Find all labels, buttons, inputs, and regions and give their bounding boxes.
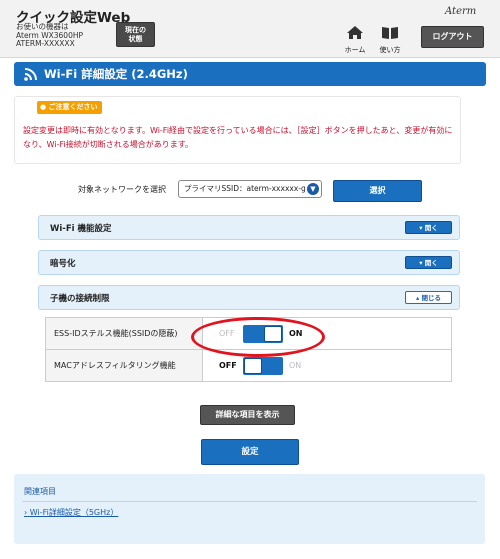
- table-row: MACアドレスフィルタリング機能 OFF ON: [45, 349, 452, 382]
- settings-table: ESS-IDステルス機能(SSIDの隠蔽) OFF ON MACアドレスフィルタ…: [45, 317, 452, 382]
- toggle-knob[interactable]: [244, 357, 262, 374]
- toggle-off-label: OFF: [219, 328, 235, 338]
- toggle-track[interactable]: [243, 356, 283, 375]
- toggle-label: 閉じる: [421, 294, 442, 302]
- home-nav[interactable]: ホーム: [342, 25, 368, 55]
- chevron-down-icon: ▾: [419, 259, 423, 267]
- help-nav[interactable]: 使い方: [377, 25, 403, 55]
- logout-button[interactable]: ログアウト: [421, 26, 484, 48]
- notice-badge: ● ご注意ください: [37, 101, 102, 114]
- network-select-label: 対象ネットワークを選択: [78, 185, 166, 194]
- close-button[interactable]: ▴ 閉じる: [405, 291, 452, 304]
- toggle-label: 開く: [424, 224, 438, 232]
- related-link-5ghz[interactable]: › Wi-Fi詳細設定（5GHz）: [24, 507, 118, 518]
- table-row: ESS-IDステルス機能(SSIDの隠蔽) OFF ON: [45, 317, 452, 350]
- toggle-on-label: ON: [289, 360, 302, 370]
- status-button-line1: 現在の: [125, 26, 146, 34]
- toggle-off-label: OFF: [219, 360, 237, 370]
- submit-button[interactable]: 設定: [201, 439, 299, 465]
- stealth-label: ESS-IDステルス機能(SSIDの隠蔽): [45, 317, 203, 350]
- home-icon: [347, 26, 363, 39]
- book-icon: [382, 27, 398, 39]
- related-links: 関連項目 › Wi-Fi詳細設定（5GHz）: [14, 474, 485, 544]
- help-label: 使い方: [379, 46, 401, 54]
- open-button[interactable]: ▾ 開く: [405, 221, 452, 234]
- show-details-button[interactable]: 詳細な項目を表示: [200, 405, 295, 425]
- related-link-label: Wi-Fi詳細設定（5GHz）: [29, 508, 119, 517]
- toggle-track[interactable]: [243, 324, 283, 343]
- section-title: Wi-Fi 機能設定: [50, 224, 112, 234]
- device-ssid: ATERM-XXXXXX: [16, 39, 75, 48]
- header: クイック設定Web お使いの機器は Aterm WX3600HP ATERM-X…: [0, 0, 500, 58]
- page-title-bar: Wi-Fi 詳細設定 (2.4GHz): [14, 62, 486, 86]
- section-encryption[interactable]: 暗号化 ▾ 開く: [38, 250, 460, 275]
- select-network-button[interactable]: 選択: [333, 180, 422, 202]
- notice-text: 設定変更は即時に有効となります。Wi-Fi経由で設定を行っている場合には、［設定…: [23, 126, 453, 149]
- section-client-restriction[interactable]: 子機の接続制限 ▴ 閉じる: [38, 285, 460, 310]
- device-info: お使いの機器は Aterm WX3600HP ATERM-XXXXXX: [16, 22, 83, 49]
- notice-box: ● ご注意ください 設定変更は即時に有効となります。Wi-Fi経由で設定を行って…: [14, 96, 461, 164]
- chevron-down-icon: ▾: [419, 224, 423, 232]
- toggle-label: 開く: [424, 259, 438, 267]
- chevron-down-icon: ▼: [307, 183, 319, 195]
- network-select-value: プライマリSSID：aterm-xxxxxx-g: [184, 184, 306, 193]
- wifi-icon: [24, 68, 37, 81]
- divider: [22, 501, 477, 502]
- chevron-right-icon: ›: [24, 508, 28, 517]
- toggle-on-label: ON: [289, 328, 303, 338]
- section-title: 暗号化: [50, 259, 76, 269]
- current-status-button[interactable]: 現在の 状態: [116, 22, 155, 47]
- section-wifi-function[interactable]: Wi-Fi 機能設定 ▾ 開く: [38, 215, 460, 240]
- section-title: 子機の接続制限: [50, 294, 110, 304]
- brand-logo: Aterm: [445, 6, 477, 17]
- mac-filter-label: MACアドレスフィルタリング機能: [45, 349, 203, 382]
- warning-icon: ●: [40, 103, 47, 111]
- network-select[interactable]: プライマリSSID：aterm-xxxxxx-g ▼: [178, 180, 322, 198]
- home-label: ホーム: [344, 46, 366, 54]
- chevron-up-icon: ▴: [415, 294, 420, 302]
- notice-badge-label: ご注意ください: [48, 103, 98, 111]
- toggle-knob[interactable]: [264, 325, 282, 342]
- page-title: Wi-Fi 詳細設定 (2.4GHz): [44, 67, 188, 81]
- open-button[interactable]: ▾ 開く: [405, 256, 452, 269]
- related-title: 関連項目: [24, 487, 56, 496]
- status-button-line2: 状態: [128, 35, 143, 43]
- stealth-toggle[interactable]: OFF ON: [207, 323, 307, 345]
- mac-filter-toggle[interactable]: OFF ON: [207, 355, 307, 377]
